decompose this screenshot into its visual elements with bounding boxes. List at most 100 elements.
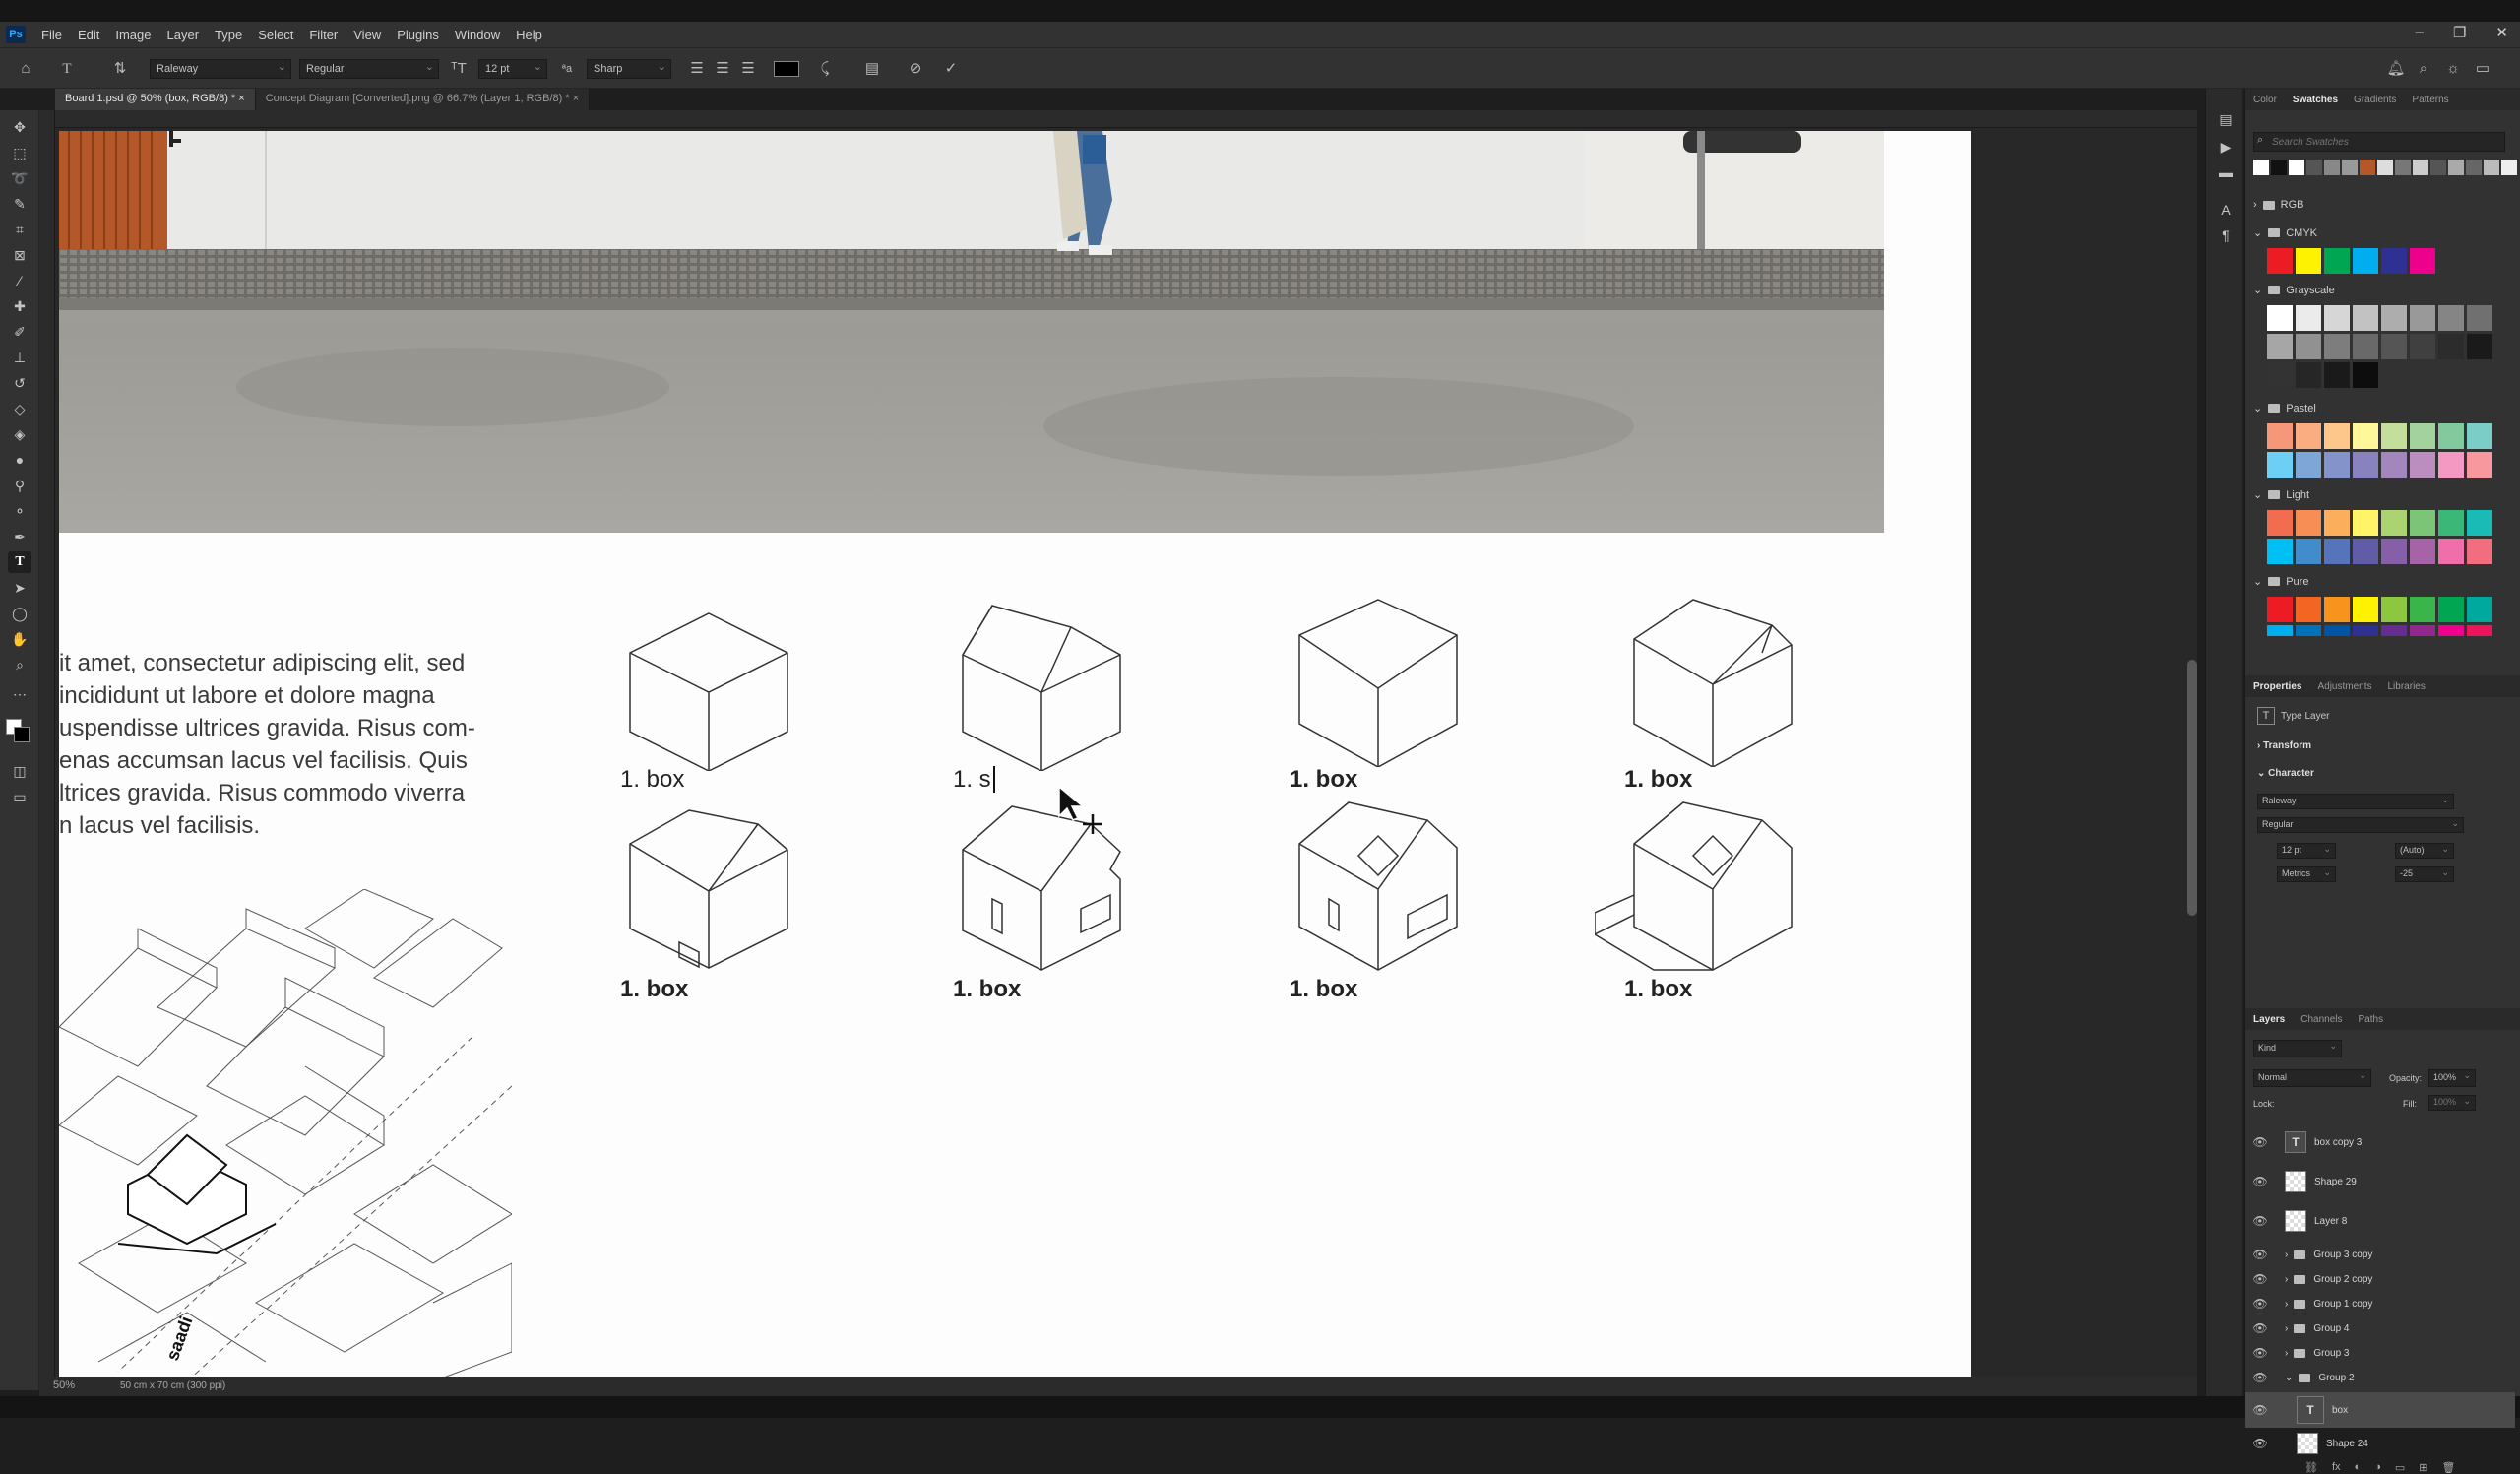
swatch[interactable] <box>2324 539 2350 564</box>
tab-patterns[interactable]: Patterns <box>2404 95 2456 105</box>
box-label-6[interactable]: 1. box <box>953 976 1021 1003</box>
paragraph-icon[interactable]: ¶ <box>2214 224 2237 246</box>
layer-row[interactable]: 👁︎ Shape 29 <box>2245 1166 2515 1197</box>
opacity-input[interactable]: 100% <box>2428 1069 2476 1087</box>
swatch[interactable] <box>2296 597 2321 622</box>
history-brush-tool-icon[interactable]: ↺ <box>8 372 32 394</box>
eye-icon[interactable]: 👁︎ <box>2249 1346 2271 1360</box>
swatch[interactable] <box>2324 334 2350 359</box>
lorem-text-block[interactable]: it amet, consectetur adipiscing elit, se… <box>59 647 512 842</box>
panel-font-style-select[interactable]: Regular <box>2257 817 2464 833</box>
sponge-tool-icon[interactable]: ⚬ <box>8 500 32 522</box>
eye-icon[interactable]: 👁︎ <box>2249 1437 2271 1450</box>
layer-group-row[interactable]: 👁︎ › Group 4 <box>2245 1316 2515 1340</box>
move-tool-icon[interactable]: ✥ <box>8 116 32 138</box>
menu-select[interactable]: Select <box>250 28 301 42</box>
zoom-tool-icon[interactable]: ⌕ <box>8 654 32 675</box>
menu-image[interactable]: Image <box>107 28 158 42</box>
vertical-scrollbar[interactable] <box>2187 660 2197 916</box>
box-label-4[interactable]: 1. box <box>1624 766 1692 794</box>
menu-plugins[interactable]: Plugins <box>389 28 447 42</box>
box-label-7[interactable]: 1. box <box>1290 976 1357 1003</box>
swatch[interactable] <box>2410 597 2435 622</box>
swatch[interactable] <box>2267 625 2293 636</box>
box-diagram-3[interactable] <box>1290 590 1467 767</box>
eye-icon[interactable]: 👁︎ <box>2249 1371 2271 1384</box>
eye-icon[interactable]: 👁︎ <box>2249 1135 2271 1149</box>
swatch[interactable] <box>2296 625 2321 636</box>
eye-icon[interactable]: 👁︎ <box>2249 1214 2271 1228</box>
panel-font-family-select[interactable]: Raleway <box>2257 794 2454 809</box>
tab-swatches[interactable]: Swatches <box>2285 95 2346 105</box>
swatch[interactable] <box>2467 334 2492 359</box>
tab-paths[interactable]: Paths <box>2351 1014 2392 1025</box>
search-icon[interactable]: ⌕ <box>2414 59 2433 79</box>
brush-tool-icon[interactable]: ✐ <box>8 321 32 343</box>
swatch[interactable] <box>2324 362 2350 388</box>
swatch[interactable] <box>2467 305 2492 331</box>
panel-font-size-select[interactable]: 12 pt <box>2277 843 2336 859</box>
swatch[interactable] <box>2438 597 2464 622</box>
swatch[interactable] <box>2448 160 2464 175</box>
menu-edit[interactable]: Edit <box>70 28 107 42</box>
swatch[interactable] <box>2324 597 2350 622</box>
zoom-level[interactable]: 50% <box>53 1379 75 1391</box>
swatch[interactable] <box>2360 160 2375 175</box>
swatch-group-grayscale[interactable]: ⌄ Grayscale <box>2253 284 2335 297</box>
swatch[interactable] <box>2353 423 2378 449</box>
layer-group-row[interactable]: 👁︎ ⌄ Group 2 <box>2245 1366 2515 1389</box>
swatch[interactable] <box>2324 510 2350 536</box>
character-panel-icon[interactable]: ▤ <box>862 59 882 79</box>
path-select-tool-icon[interactable]: ➤ <box>8 577 32 599</box>
layer-group-row[interactable]: 👁︎ › Group 3 <box>2245 1341 2515 1365</box>
search-swatches-input[interactable] <box>2253 132 2505 152</box>
quick-select-tool-icon[interactable]: ✎ <box>8 193 32 215</box>
swatch[interactable] <box>2410 539 2435 564</box>
tab-board-1[interactable]: Board 1.psd @ 50% (box, RGB/8) * × <box>55 89 256 110</box>
restore-icon[interactable]: ❐ <box>2453 24 2466 41</box>
swatch[interactable] <box>2267 334 2293 359</box>
swatch[interactable] <box>2381 305 2407 331</box>
frame-tool-icon[interactable]: ⊠ <box>8 244 32 266</box>
leading-select[interactable]: (Auto) <box>2395 843 2454 859</box>
actions-icon[interactable]: ▶ <box>2214 136 2237 158</box>
swatch[interactable] <box>2267 423 2293 449</box>
stamp-tool-icon[interactable]: ⊥ <box>8 347 32 368</box>
swatch[interactable] <box>2381 248 2407 274</box>
swatch[interactable] <box>2296 248 2321 274</box>
swatch[interactable] <box>2353 510 2378 536</box>
layer-row[interactable]: 👁︎ Tbox copy 3 <box>2245 1126 2515 1158</box>
swatch[interactable] <box>2296 510 2321 536</box>
eye-icon[interactable]: 👁︎ <box>2249 1297 2271 1311</box>
cancel-icon[interactable]: ⊘ <box>906 59 925 79</box>
swatch[interactable] <box>2296 539 2321 564</box>
home-icon[interactable]: ⌂ <box>16 59 35 79</box>
swatch[interactable] <box>2467 539 2492 564</box>
swatch[interactable] <box>2467 597 2492 622</box>
swatch[interactable] <box>2267 362 2293 388</box>
swatch[interactable] <box>2324 423 2350 449</box>
swatch[interactable] <box>2410 248 2435 274</box>
eraser-tool-icon[interactable]: ◇ <box>8 398 32 419</box>
layer-filter-select[interactable]: Kind <box>2253 1040 2342 1057</box>
kerning-select[interactable]: Metrics <box>2277 866 2336 882</box>
menu-layer[interactable]: Layer <box>159 28 208 42</box>
align-left-icon[interactable]: ☰ <box>687 59 707 79</box>
lasso-tool-icon[interactable]: ➰ <box>8 167 32 189</box>
swatch-group-cmyk[interactable]: ⌄ CMYK <box>2253 226 2317 240</box>
swatch[interactable] <box>2324 625 2350 636</box>
swatch[interactable] <box>2377 160 2393 175</box>
pen-tool-icon[interactable]: ✒ <box>8 526 32 547</box>
workspace-icon[interactable]: ▭ <box>2473 59 2492 79</box>
box-label-1[interactable]: 1. box <box>620 766 684 794</box>
box-label-editing[interactable]: 1. s <box>953 766 995 794</box>
tab-color[interactable]: Color <box>2245 95 2285 105</box>
swatch[interactable] <box>2438 452 2464 478</box>
swatch[interactable] <box>2381 597 2407 622</box>
character-section[interactable]: ⌄ Character <box>2257 768 2314 779</box>
swatch[interactable] <box>2306 160 2322 175</box>
swatch[interactable] <box>2353 334 2378 359</box>
swatch[interactable] <box>2467 452 2492 478</box>
swatch[interactable] <box>2267 305 2293 331</box>
swatch[interactable] <box>2395 160 2411 175</box>
